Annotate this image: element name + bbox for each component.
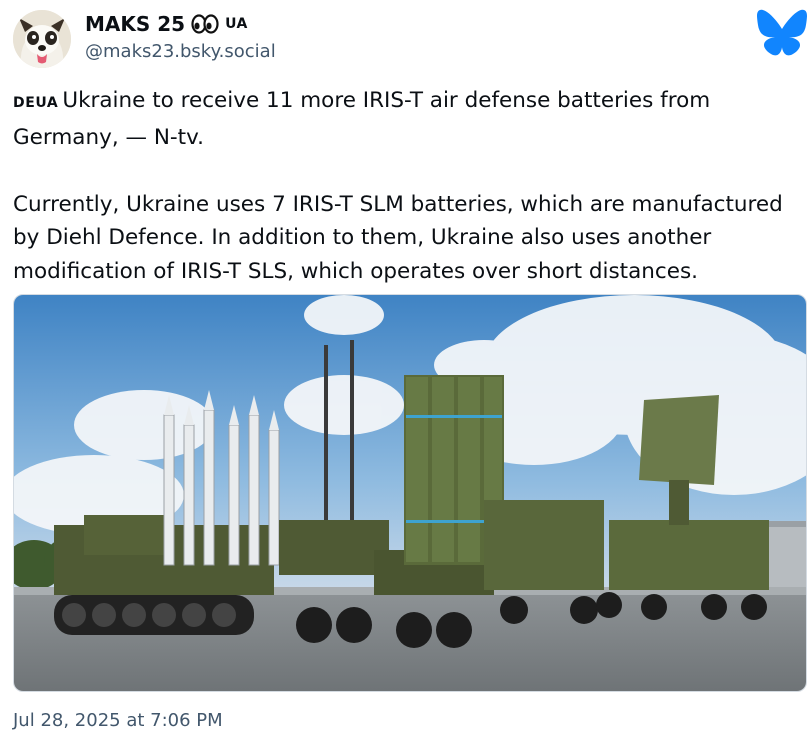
dog-avatar-icon <box>13 10 71 68</box>
post-timestamp[interactable]: Jul 28, 2025 at 7:06 PM <box>13 710 223 731</box>
post-card: MAKS 25 UA @maks23.bsky.social DEUA Ukrai… <box>0 0 810 740</box>
flag-prefix: DEUA <box>13 95 59 111</box>
post-paragraph-1: DEUA Ukraine to receive 11 more IRIS-T ai… <box>13 84 805 154</box>
eyes-emoji-icon <box>191 14 219 34</box>
iris-t-photo <box>14 295 806 691</box>
ua-flag-label: UA <box>225 16 248 32</box>
post-image[interactable] <box>13 294 807 692</box>
display-name-text: MAKS 25 <box>85 12 186 36</box>
post-text: DEUA Ukraine to receive 11 more IRIS-T ai… <box>13 84 805 288</box>
author-handle[interactable]: @maks23.bsky.social <box>85 41 276 62</box>
post-paragraph-2: Currently, Ukraine uses 7 IRIS-T SLM bat… <box>13 191 783 284</box>
display-name[interactable]: MAKS 25 UA <box>85 12 248 36</box>
avatar[interactable] <box>13 10 71 68</box>
paragraph-1-text: Ukraine to receive 11 more IRIS-T air de… <box>13 88 711 150</box>
bluesky-butterfly-icon[interactable] <box>755 8 809 56</box>
